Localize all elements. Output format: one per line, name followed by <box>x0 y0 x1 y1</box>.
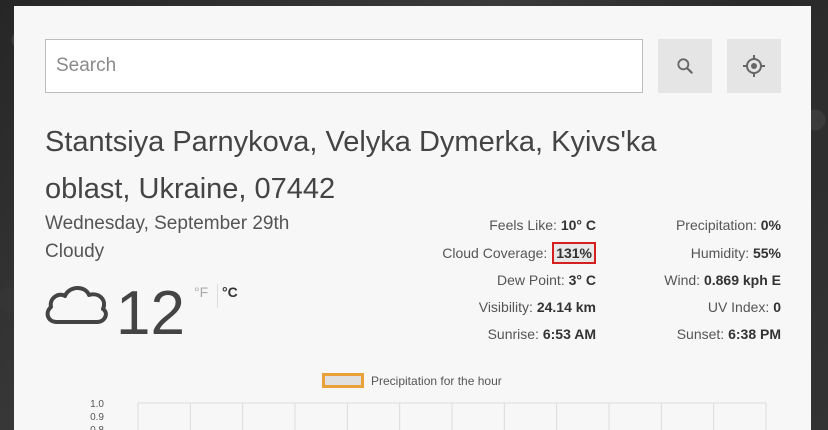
humidity-value: 55% <box>752 245 781 261</box>
wind-value: 0.869 kph E <box>703 272 781 288</box>
dew-point-stat: Dew Point: 3° C <box>497 272 596 288</box>
humidity-label: Humidity: <box>690 245 753 261</box>
y-tick-label: 0.8 <box>90 425 104 430</box>
weather-card: Stantsiya Parnykova, Velyka Dymerka, Kyi… <box>14 6 811 430</box>
weather-condition: Cloudy <box>45 241 105 262</box>
unit-divider <box>217 284 218 308</box>
visibility-value: 24.14 km <box>536 299 596 315</box>
uv-index-label: UV Index: <box>707 299 774 315</box>
wind-label: Wind: <box>664 272 704 288</box>
visibility-label: Visibility: <box>478 299 537 315</box>
precipitation-value: 0% <box>760 217 781 233</box>
uv-index-value: 0 <box>773 299 781 315</box>
sunrise-label: Sunrise: <box>487 326 543 342</box>
unit-celsius[interactable]: °C <box>222 284 238 300</box>
y-tick-label: 1.0 <box>90 399 104 410</box>
sunset-stat: Sunset: 6:38 PM <box>677 326 781 342</box>
feels-like-label: Feels Like: <box>489 217 561 233</box>
visibility-stat: Visibility: 24.14 km <box>479 299 596 315</box>
precipitation-chart: 1.0 0.9 0.8 <box>90 399 767 430</box>
search-button[interactable] <box>658 39 712 93</box>
feels-like-stat: Feels Like: 10° C <box>489 217 596 233</box>
current-date: Wednesday, September 29th <box>45 213 290 234</box>
uv-index-stat: UV Index: 0 <box>708 299 781 315</box>
locate-button[interactable] <box>727 39 781 93</box>
humidity-stat: Humidity: 55% <box>691 245 781 261</box>
dew-point-value: 3° C <box>568 272 596 288</box>
my-location-icon <box>743 55 765 77</box>
legend-swatch <box>322 373 364 388</box>
temperature-value: 12 <box>116 279 185 348</box>
y-tick-label: 0.9 <box>90 412 104 423</box>
legend-label: Precipitation for the hour <box>371 373 502 388</box>
cloud-coverage-value: 131% <box>552 242 596 264</box>
search-icon <box>677 58 693 74</box>
cloud-icon <box>45 286 108 324</box>
location-title: Stantsiya Parnykova, Velyka Dymerka, Kyi… <box>45 126 657 205</box>
precipitation-stat: Precipitation: 0% <box>676 217 781 233</box>
precipitation-label: Precipitation: <box>675 217 761 233</box>
feels-like-value: 10° C <box>560 217 596 233</box>
cloud-coverage-stat: Cloud Coverage: 131% <box>442 242 596 264</box>
cloud-coverage-label: Cloud Coverage: <box>442 245 552 261</box>
dew-point-label: Dew Point: <box>497 272 569 288</box>
chart-legend[interactable]: Precipitation for the hour <box>322 373 502 388</box>
sunrise-value: 6:53 AM <box>542 326 596 342</box>
sunset-label: Sunset: <box>676 326 729 342</box>
sunrise-stat: Sunrise: 6:53 AM <box>488 326 596 342</box>
sunset-value: 6:38 PM <box>728 326 781 342</box>
search-input[interactable] <box>45 39 643 93</box>
wind-stat: Wind: 0.869 kph E <box>664 272 781 288</box>
unit-fahrenheit[interactable]: °F <box>194 284 208 300</box>
